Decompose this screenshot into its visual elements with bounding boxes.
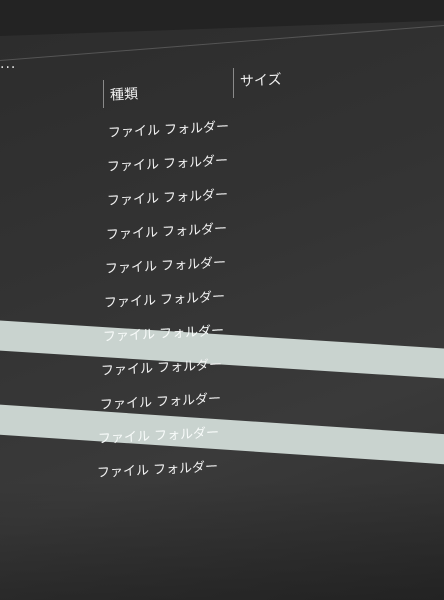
column-resize-handle-size[interactable] <box>233 68 234 98</box>
row-type-cell[interactable]: ファイル フォルダー <box>105 252 227 277</box>
row-type-cell[interactable]: ファイル フォルダー <box>106 218 228 243</box>
row-type-cell[interactable]: ファイル フォルダー <box>108 116 230 141</box>
row-type-cell[interactable]: ファイル フォルダー <box>104 286 226 311</box>
column-header-size[interactable]: サイズ <box>240 69 283 91</box>
selected-row-highlight[interactable] <box>0 402 444 470</box>
file-explorer-details-view: ... 種類 サイズ ファイル フォルダー ファイル フォルダー ファイル フォ… <box>0 0 444 600</box>
screen-shading <box>0 480 444 600</box>
row-type-cell[interactable]: ファイル フォルダー <box>97 456 219 481</box>
row-type-cell[interactable]: ファイル フォルダー <box>100 388 222 413</box>
row-type-cell[interactable]: ファイル フォルダー <box>107 184 229 209</box>
column-resize-handle-type[interactable] <box>103 80 104 108</box>
row-type-cell[interactable]: ファイル フォルダー <box>107 150 229 175</box>
column-header-type[interactable]: 種類 <box>109 83 139 104</box>
